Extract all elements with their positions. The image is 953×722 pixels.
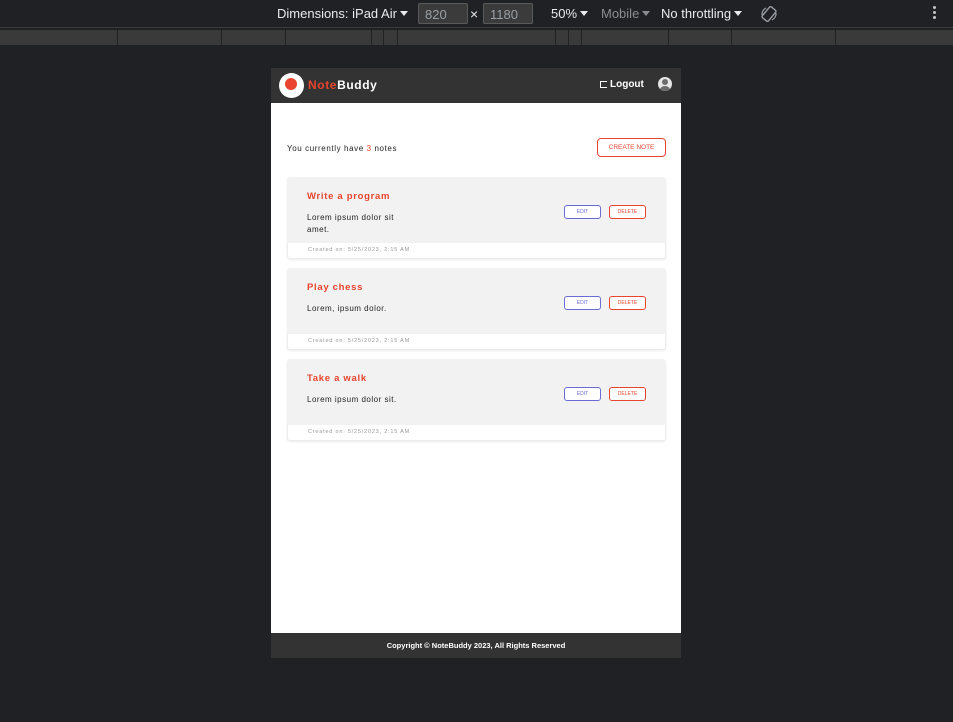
chevron-down-icon <box>734 11 743 16</box>
note-title: Play chess <box>307 282 364 293</box>
throttling-dropdown[interactable]: No throttling <box>661 6 743 22</box>
delete-button[interactable]: DELETE <box>609 387 646 401</box>
edit-button[interactable]: EDIT <box>564 387 601 401</box>
note-title: Write a program <box>307 191 391 202</box>
app-logo[interactable] <box>279 73 304 98</box>
edit-button[interactable]: EDIT <box>564 296 601 310</box>
app-header: NoteBuddy Logout <box>271 68 681 103</box>
note-title: Take a walk <box>307 373 367 384</box>
logo-mark-icon <box>285 78 297 90</box>
logout-button[interactable]: Logout <box>600 79 644 90</box>
brand-name[interactable]: NoteBuddy <box>308 78 377 92</box>
dimensions-dropdown[interactable]: Dimensions: iPad Air <box>277 6 408 22</box>
zoom-label: 50% <box>551 6 578 21</box>
devtools-device-toolbar: Dimensions: iPad Air × 50% Mobile No thr… <box>0 0 953 28</box>
mode-dropdown[interactable]: Mobile <box>601 6 651 22</box>
note-created-date: Created on: 5/25/2023, 2:15 AM <box>308 338 410 344</box>
note-created-date: Created on: 5/25/2023, 2:15 AM <box>308 429 410 435</box>
brand-note: Note <box>308 78 338 92</box>
dimensions-label: Dimensions: iPad Air <box>277 6 397 21</box>
more-options-icon[interactable] <box>930 6 938 22</box>
edit-button[interactable]: EDIT <box>564 205 601 219</box>
note-created-date: Created on: 5/25/2023, 2:15 AM <box>308 247 410 253</box>
notes-count: 3 <box>366 144 372 153</box>
note-body: Lorem, ipsum dolor. <box>307 304 387 313</box>
delete-button[interactable]: DELETE <box>609 205 646 219</box>
note-body: Lorem ipsum dolor sit amet. <box>307 213 394 234</box>
device-viewport: NoteBuddy Logout You currently have 3 no… <box>271 68 681 658</box>
delete-button[interactable]: DELETE <box>609 296 646 310</box>
throttling-label: No throttling <box>661 6 732 21</box>
note-body: Lorem ipsum dolor sit. <box>307 395 397 404</box>
height-input[interactable] <box>483 3 533 24</box>
chevron-down-icon <box>642 11 651 16</box>
dimensions-separator: × <box>470 6 479 22</box>
brand-buddy: Buddy <box>337 78 378 92</box>
zoom-dropdown[interactable]: 50% <box>551 6 589 22</box>
note-card: Take a walk Lorem ipsum dolor sit. EDIT … <box>287 359 666 441</box>
create-note-button[interactable]: CREATE NOTE <box>597 138 666 157</box>
logout-icon <box>600 81 607 88</box>
width-input[interactable] <box>418 3 468 24</box>
app-footer: Copyright © NoteBuddy 2023, All Rights R… <box>271 633 681 658</box>
chevron-down-icon <box>580 11 589 16</box>
summary-suffix: notes <box>374 144 398 153</box>
avatar[interactable] <box>658 77 672 91</box>
chevron-down-icon <box>399 11 408 16</box>
logout-label: Logout <box>610 79 644 90</box>
user-icon <box>662 79 668 85</box>
copyright-text: Copyright © NoteBuddy 2023, All Rights R… <box>386 641 566 650</box>
notes-summary: You currently have 3 notes <box>287 144 397 153</box>
mode-label: Mobile <box>601 6 640 21</box>
summary-prefix: You currently have <box>287 144 364 153</box>
media-query-bar <box>0 30 953 45</box>
rotate-icon[interactable] <box>760 5 778 23</box>
note-card: Write a program Lorem ipsum dolor sit am… <box>287 177 666 259</box>
note-card: Play chess Lorem, ipsum dolor. EDIT DELE… <box>287 268 666 350</box>
